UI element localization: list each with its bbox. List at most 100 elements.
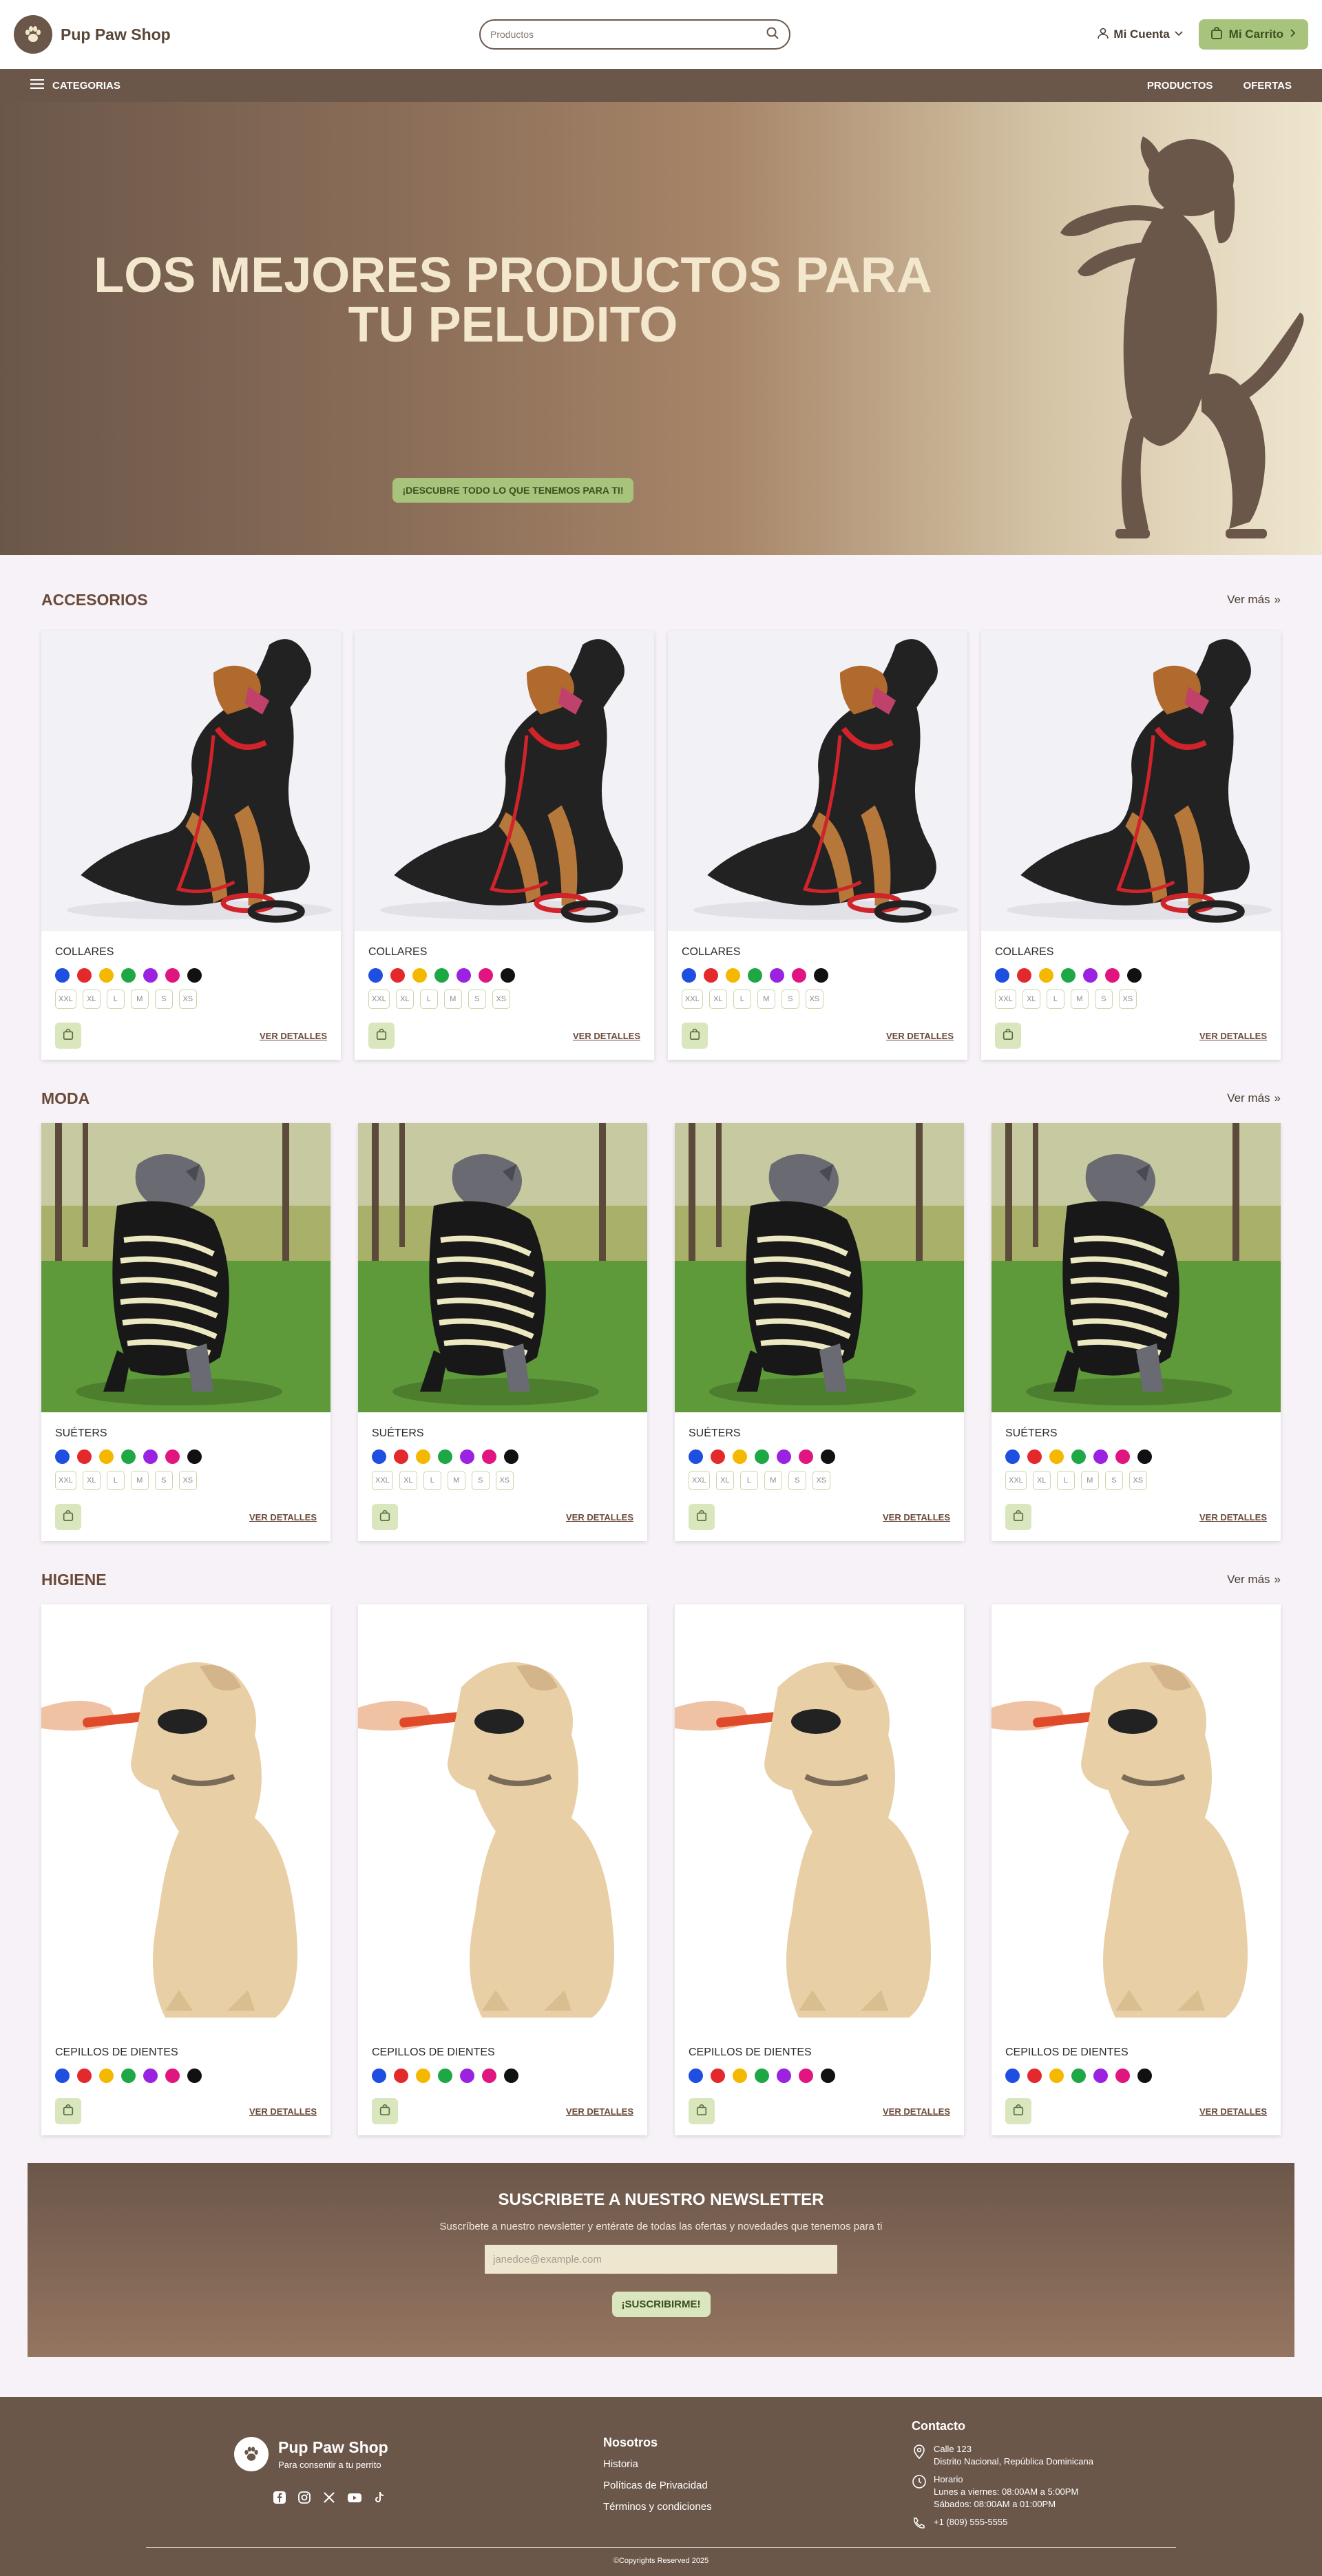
color-swatch[interactable] — [777, 2069, 791, 2083]
size-option[interactable]: M — [764, 1471, 782, 1490]
size-option[interactable]: S — [468, 989, 486, 1009]
color-swatch[interactable] — [748, 968, 762, 983]
size-option[interactable]: S — [471, 1471, 490, 1490]
color-swatch[interactable] — [121, 968, 136, 983]
color-swatch[interactable] — [1061, 968, 1076, 983]
product-image[interactable] — [992, 1604, 1281, 2031]
color-swatch[interactable] — [1093, 1449, 1108, 1464]
color-swatch[interactable] — [1017, 968, 1031, 983]
color-swatch[interactable] — [165, 1449, 180, 1464]
color-swatch[interactable] — [121, 1449, 136, 1464]
product-card[interactable]: COLLARES XXL XL L M S XS VER DETALLES — [981, 631, 1281, 1060]
product-card[interactable]: CEPILLOS DE DIENTES VER DETALLES — [992, 1604, 1281, 2135]
color-swatch[interactable] — [187, 1449, 202, 1464]
color-swatch[interactable] — [704, 968, 718, 983]
product-image[interactable] — [41, 1123, 330, 1412]
color-swatch[interactable] — [77, 1449, 92, 1464]
color-swatch[interactable] — [416, 1449, 430, 1464]
color-swatch[interactable] — [438, 1449, 452, 1464]
color-swatch[interactable] — [1049, 2069, 1064, 2083]
color-swatch[interactable] — [438, 2069, 452, 2083]
color-swatch[interactable] — [77, 2069, 92, 2083]
size-option[interactable]: XL — [709, 989, 727, 1009]
color-swatch[interactable] — [394, 2069, 408, 2083]
color-swatch[interactable] — [1071, 1449, 1086, 1464]
cart-button[interactable]: Mi Carrito — [1198, 19, 1308, 50]
categories-menu-button[interactable]: CATEGORIAS — [30, 78, 120, 92]
product-image[interactable] — [358, 1123, 647, 1412]
color-swatch[interactable] — [394, 1449, 408, 1464]
account-menu[interactable]: Mi Cuenta — [1097, 27, 1183, 43]
product-image[interactable] — [41, 1604, 330, 2031]
color-swatch[interactable] — [1027, 2069, 1042, 2083]
view-details-link[interactable]: VER DETALLES — [566, 1512, 633, 1522]
instagram-icon[interactable] — [297, 2491, 311, 2508]
color-swatch[interactable] — [187, 968, 202, 983]
color-swatch[interactable] — [1005, 1449, 1020, 1464]
color-swatch[interactable] — [1115, 1449, 1130, 1464]
size-option[interactable]: XXL — [55, 989, 76, 1009]
tiktok-icon[interactable] — [373, 2491, 386, 2508]
color-swatch[interactable] — [1115, 2069, 1130, 2083]
size-option[interactable]: S — [154, 1471, 173, 1490]
color-swatch[interactable] — [121, 2069, 136, 2083]
size-option[interactable]: XXL — [1005, 1471, 1027, 1490]
color-swatch[interactable] — [799, 1449, 813, 1464]
footer-link-terms[interactable]: Términos y condiciones — [603, 2501, 712, 2513]
size-option[interactable]: S — [781, 989, 799, 1009]
view-details-link[interactable]: VER DETALLES — [249, 2106, 317, 2117]
size-option[interactable]: L — [423, 1471, 441, 1490]
add-to-cart-button[interactable] — [1005, 1504, 1031, 1530]
size-option[interactable]: M — [130, 989, 149, 1009]
product-card[interactable]: CEPILLOS DE DIENTES VER DETALLES — [675, 1604, 964, 2135]
size-option[interactable]: M — [1070, 989, 1089, 1009]
color-swatch[interactable] — [99, 2069, 114, 2083]
color-swatch[interactable] — [187, 2069, 202, 2083]
product-image[interactable] — [992, 1123, 1281, 1412]
size-option[interactable]: XL — [1032, 1471, 1051, 1490]
x-twitter-icon[interactable] — [322, 2491, 336, 2508]
color-swatch[interactable] — [821, 2069, 835, 2083]
add-to-cart-button[interactable] — [995, 1023, 1021, 1049]
nav-link-products[interactable]: PRODUCTOS — [1147, 80, 1213, 92]
add-to-cart-button[interactable] — [55, 1504, 81, 1530]
size-option[interactable]: XS — [1118, 989, 1137, 1009]
add-to-cart-button[interactable] — [682, 1023, 708, 1049]
color-swatch[interactable] — [372, 2069, 386, 2083]
size-option[interactable]: L — [106, 1471, 125, 1490]
color-swatch[interactable] — [460, 1449, 474, 1464]
product-image[interactable] — [355, 631, 654, 931]
product-image[interactable] — [41, 631, 341, 931]
add-to-cart-button[interactable] — [1005, 2098, 1031, 2124]
color-swatch[interactable] — [1027, 1449, 1042, 1464]
color-swatch[interactable] — [1127, 968, 1142, 983]
subscribe-button[interactable]: ¡SUSCRIBIRME! — [611, 2292, 711, 2317]
color-swatch[interactable] — [416, 2069, 430, 2083]
view-details-link[interactable]: VER DETALLES — [883, 2106, 950, 2117]
color-swatch[interactable] — [143, 2069, 158, 2083]
add-to-cart-button[interactable] — [55, 2098, 81, 2124]
color-swatch[interactable] — [479, 968, 493, 983]
color-swatch[interactable] — [821, 1449, 835, 1464]
size-option[interactable]: XS — [492, 989, 510, 1009]
view-details-link[interactable]: VER DETALLES — [886, 1031, 954, 1041]
color-swatch[interactable] — [726, 968, 740, 983]
size-option[interactable]: S — [1094, 989, 1113, 1009]
color-swatch[interactable] — [77, 968, 92, 983]
size-option[interactable]: L — [739, 1471, 758, 1490]
view-details-link[interactable]: VER DETALLES — [260, 1031, 327, 1041]
product-image[interactable] — [675, 1123, 964, 1412]
color-swatch[interactable] — [1093, 2069, 1108, 2083]
color-swatch[interactable] — [770, 968, 784, 983]
size-option[interactable]: XXL — [682, 989, 703, 1009]
view-details-link[interactable]: VER DETALLES — [1199, 1512, 1267, 1522]
color-swatch[interactable] — [390, 968, 405, 983]
color-swatch[interactable] — [792, 968, 806, 983]
size-option[interactable]: XS — [805, 989, 823, 1009]
size-option[interactable]: S — [788, 1471, 806, 1490]
size-option[interactable]: XL — [82, 989, 101, 1009]
product-card[interactable]: SUÉTERS XXL XL L M S XS VER DETALLES — [675, 1123, 964, 1541]
color-swatch[interactable] — [755, 1449, 769, 1464]
nav-link-offers[interactable]: OFERTAS — [1243, 80, 1292, 92]
brand-logo[interactable]: Pup Paw Shop — [14, 15, 171, 54]
